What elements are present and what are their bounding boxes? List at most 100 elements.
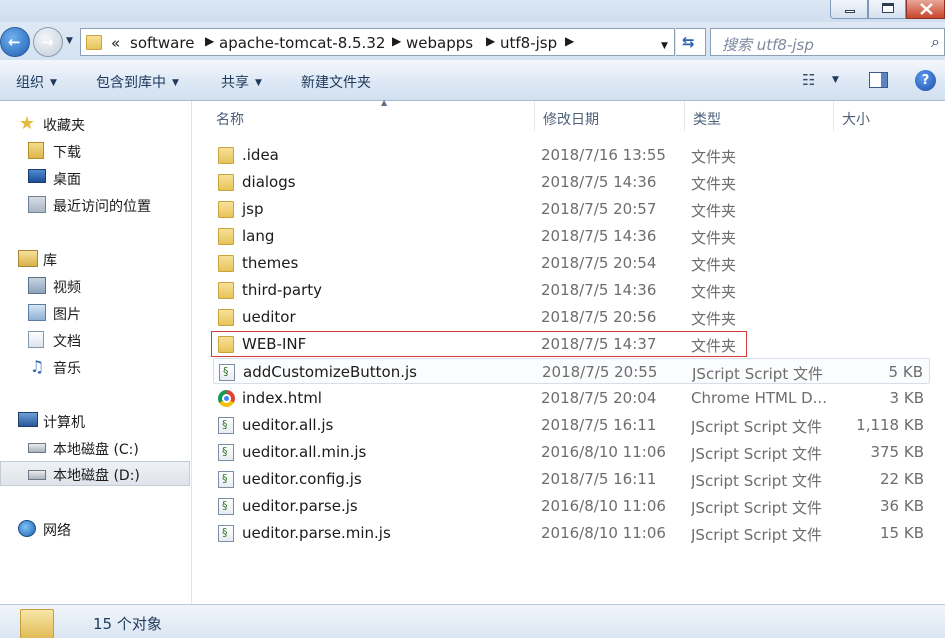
nav-computer[interactable]: 计算机	[0, 408, 190, 433]
pictures-icon	[28, 304, 46, 321]
file-row[interactable]: jsp 2018/7/5 20:57 文件夹	[213, 196, 930, 222]
nav-documents[interactable]: 文档	[0, 327, 190, 352]
chevron-down-icon: ▼	[50, 78, 57, 88]
file-row[interactable]: ueditor.all.min.js 2016/8/10 11:06 JScript…	[213, 439, 930, 465]
breadcrumb-separator-icon[interactable]: ▶	[565, 34, 574, 48]
forward-button[interactable]: →	[33, 27, 63, 57]
breadcrumb-webapps[interactable]: webapps	[406, 34, 473, 52]
file-name: .idea	[242, 146, 279, 164]
share-label: 共享	[221, 75, 249, 91]
file-type: 文件夹	[691, 256, 737, 274]
file-type: 文件夹	[691, 229, 737, 247]
view-options-icon[interactable]: ☷	[802, 71, 815, 89]
drive-c-icon	[28, 443, 46, 453]
file-type: JScript Script 文件	[691, 445, 822, 463]
breadcrumb-software[interactable]: software	[130, 34, 194, 52]
nav-network-label: 网络	[43, 523, 71, 539]
search-icon[interactable]: ⌕	[931, 32, 940, 52]
nav-videos-label: 视频	[53, 280, 81, 296]
breadcrumb-separator-icon[interactable]: ▶	[205, 34, 214, 48]
libraries-icon	[18, 250, 38, 267]
nav-drive-c[interactable]: 本地磁盘 (C:)	[0, 435, 190, 460]
column-header-modified[interactable]: 修改日期	[535, 101, 685, 131]
nav-favorites[interactable]: ★ 收藏夹	[0, 111, 190, 136]
breadcrumb-tomcat[interactable]: apache-tomcat-8.5.32	[219, 34, 385, 52]
folder-icon	[218, 147, 234, 164]
file-row[interactable]: dialogs 2018/7/5 14:36 文件夹	[213, 169, 930, 195]
nav-libraries[interactable]: 库	[0, 246, 190, 271]
column-header-name[interactable]: ▲ 名称	[208, 98, 535, 131]
help-icon[interactable]: ?	[915, 70, 936, 91]
folder-icon	[20, 609, 54, 638]
view-options-dropdown[interactable]: ▼	[832, 75, 839, 85]
file-name: jsp	[242, 200, 264, 218]
maximize-icon	[882, 3, 894, 13]
address-history-dropdown[interactable]: ▼	[661, 41, 668, 51]
file-modified: 2018/7/5 20:55	[542, 363, 658, 381]
file-row[interactable]: addCustomizeButton.js 2018/7/5 20:55 JScri…	[213, 358, 930, 384]
file-modified: 2018/7/5 14:36	[541, 173, 657, 191]
music-icon: ♫	[29, 357, 45, 376]
share-menu[interactable]: 共享 ▼	[221, 72, 262, 92]
minimize-button[interactable]	[830, 0, 868, 19]
close-button[interactable]	[906, 0, 945, 19]
file-size: 22 KB	[880, 470, 924, 488]
address-bar[interactable]: « software ▶ apache-tomcat-8.5.32 ▶ weba…	[80, 28, 675, 56]
nav-drive-d-label: 本地磁盘 (D:)	[53, 468, 140, 484]
new-folder-button[interactable]: 新建文件夹	[301, 72, 371, 92]
file-type: 文件夹	[691, 283, 737, 301]
file-name: ueditor.all.js	[242, 416, 334, 434]
breadcrumb-overflow[interactable]: «	[111, 34, 120, 52]
organize-menu[interactable]: 组织 ▼	[16, 72, 57, 92]
column-header-type[interactable]: 类型	[685, 101, 834, 131]
nav-network[interactable]: 网络	[0, 516, 190, 541]
file-row[interactable]: themes 2018/7/5 20:54 文件夹	[213, 250, 930, 276]
nav-videos[interactable]: 视频	[0, 273, 190, 298]
file-row[interactable]: third-party 2018/7/5 14:36 文件夹	[213, 277, 930, 303]
file-type: JScript Script 文件	[691, 526, 822, 544]
preview-pane-icon[interactable]	[869, 72, 888, 88]
back-arrow-icon: ←	[8, 33, 21, 51]
recent-pages-dropdown[interactable]: ▼	[66, 36, 76, 46]
forward-arrow-icon: →	[41, 33, 54, 51]
nav-desktop[interactable]: 桌面	[0, 165, 190, 190]
file-name: ueditor	[242, 308, 296, 326]
breadcrumb-separator-icon[interactable]: ▶	[392, 34, 401, 48]
file-row[interactable]: .idea 2018/7/16 13:55 文件夹	[213, 142, 930, 168]
file-row[interactable]: ueditor.all.js 2018/7/5 16:11 JScript Scri…	[213, 412, 930, 438]
sort-ascending-icon: ▲	[381, 98, 388, 107]
refresh-button[interactable]: ⇆	[676, 28, 706, 56]
file-name: addCustomizeButton.js	[243, 363, 417, 381]
column-type-label: 类型	[693, 112, 721, 128]
nav-pictures[interactable]: 图片	[0, 300, 190, 325]
file-row[interactable]: ueditor.parse.min.js 2016/8/10 11:06 JScri…	[213, 520, 930, 546]
minimize-icon	[845, 10, 855, 13]
nav-music[interactable]: ♫ 音乐	[0, 354, 190, 379]
file-type: 文件夹	[691, 175, 737, 193]
column-header-size[interactable]: 大小	[834, 101, 945, 131]
file-row[interactable]: lang 2018/7/5 14:36 文件夹	[213, 223, 930, 249]
nav-recent-places[interactable]: 最近访问的位置	[0, 192, 190, 217]
file-row[interactable]: ueditor 2018/7/5 20:56 文件夹	[213, 304, 930, 330]
favorites-star-icon: ★	[18, 113, 36, 134]
breadcrumb-utf8-jsp[interactable]: utf8-jsp	[500, 34, 557, 52]
file-modified: 2018/7/5 20:56	[541, 308, 657, 326]
nav-downloads[interactable]: 下载	[0, 138, 190, 163]
include-in-library-menu[interactable]: 包含到库中 ▼	[96, 72, 179, 92]
file-row[interactable]: index.html 2018/7/5 20:04 Chrome HTML D...…	[213, 385, 930, 411]
file-row[interactable]: ueditor.parse.js 2016/8/10 11:06 JScript S…	[213, 493, 930, 519]
nav-libraries-label: 库	[43, 253, 57, 269]
maximize-button[interactable]	[868, 0, 906, 19]
file-name: third-party	[242, 281, 323, 299]
search-input[interactable]: 搜索 utf8-jsp ⌕	[710, 28, 945, 56]
nav-drive-d[interactable]: 本地磁盘 (D:)	[0, 461, 190, 486]
breadcrumb-separator-icon[interactable]: ▶	[486, 34, 495, 48]
back-button[interactable]: ←	[0, 27, 30, 57]
file-name: dialogs	[242, 173, 296, 191]
file-row[interactable]: ueditor.config.js 2018/7/5 16:11 JScript S…	[213, 466, 930, 492]
nav-documents-label: 文档	[53, 334, 81, 350]
recent-places-icon	[28, 196, 46, 213]
documents-icon	[28, 331, 44, 348]
folder-icon	[218, 309, 234, 326]
file-name: ueditor.parse.min.js	[242, 524, 391, 542]
